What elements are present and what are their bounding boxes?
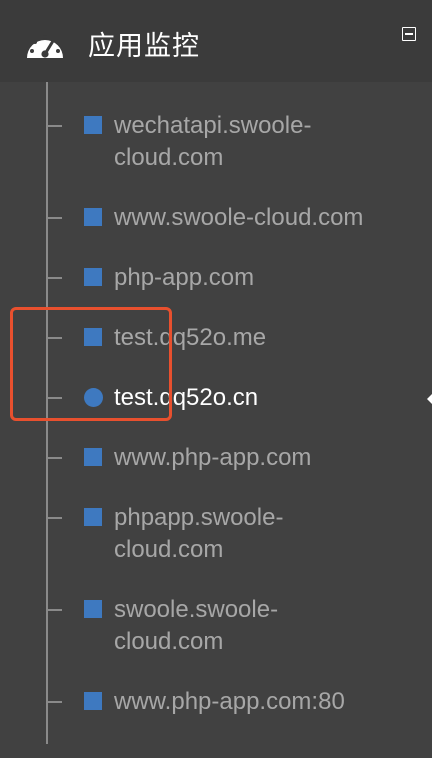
app-item-label: www.php-app.com — [114, 444, 312, 471]
app-item-label: wechatapi.swoole-cloud.com — [114, 112, 312, 171]
tree-branch — [48, 609, 62, 611]
app-item-www-swoole-cloud[interactable]: www.swoole-cloud.com — [0, 182, 432, 242]
app-item-swoole-swoole-cloud[interactable]: swoole.swoole-cloud.com — [0, 574, 432, 666]
app-item-wechatapi[interactable]: wechatapi.swoole-cloud.com — [0, 82, 432, 182]
active-item-caret-icon — [427, 393, 432, 405]
tree-branch — [48, 217, 62, 219]
collapse-minus-icon[interactable] — [402, 27, 416, 41]
square-bullet-icon — [84, 448, 102, 466]
app-item-label: php-app.com — [114, 264, 255, 291]
app-item-www-php-app[interactable]: www.php-app.com — [0, 422, 432, 482]
app-item-php-app[interactable]: php-app.com — [0, 242, 432, 302]
tree-branch — [48, 701, 62, 703]
square-bullet-icon — [84, 116, 102, 134]
tree-branch — [48, 125, 62, 127]
square-bullet-icon — [84, 600, 102, 618]
app-item-label: phpapp.swoole-cloud.com — [114, 504, 284, 563]
square-bullet-icon — [84, 508, 102, 526]
dashboard-gauge-icon — [27, 35, 63, 58]
app-item-label: www.php-app.com:80 — [114, 688, 345, 715]
tree-branch — [48, 517, 62, 519]
app-item-label: www.swoole-cloud.com — [114, 204, 364, 231]
square-bullet-icon — [84, 208, 102, 226]
sidebar-section-header[interactable]: 应用监控 — [0, 0, 432, 82]
app-item-phpapp-swoole-cloud[interactable]: phpapp.swoole-cloud.com — [0, 482, 432, 574]
section-title: 应用监控 — [88, 31, 200, 62]
app-item-label: swoole.swoole-cloud.com — [114, 596, 279, 655]
app-item-www-php-app-80[interactable]: www.php-app.com:80 — [0, 666, 432, 726]
tree-branch — [48, 457, 62, 459]
annotation-highlight-box — [10, 307, 172, 421]
tree-branch — [48, 277, 62, 279]
square-bullet-icon — [84, 692, 102, 710]
square-bullet-icon — [84, 268, 102, 286]
